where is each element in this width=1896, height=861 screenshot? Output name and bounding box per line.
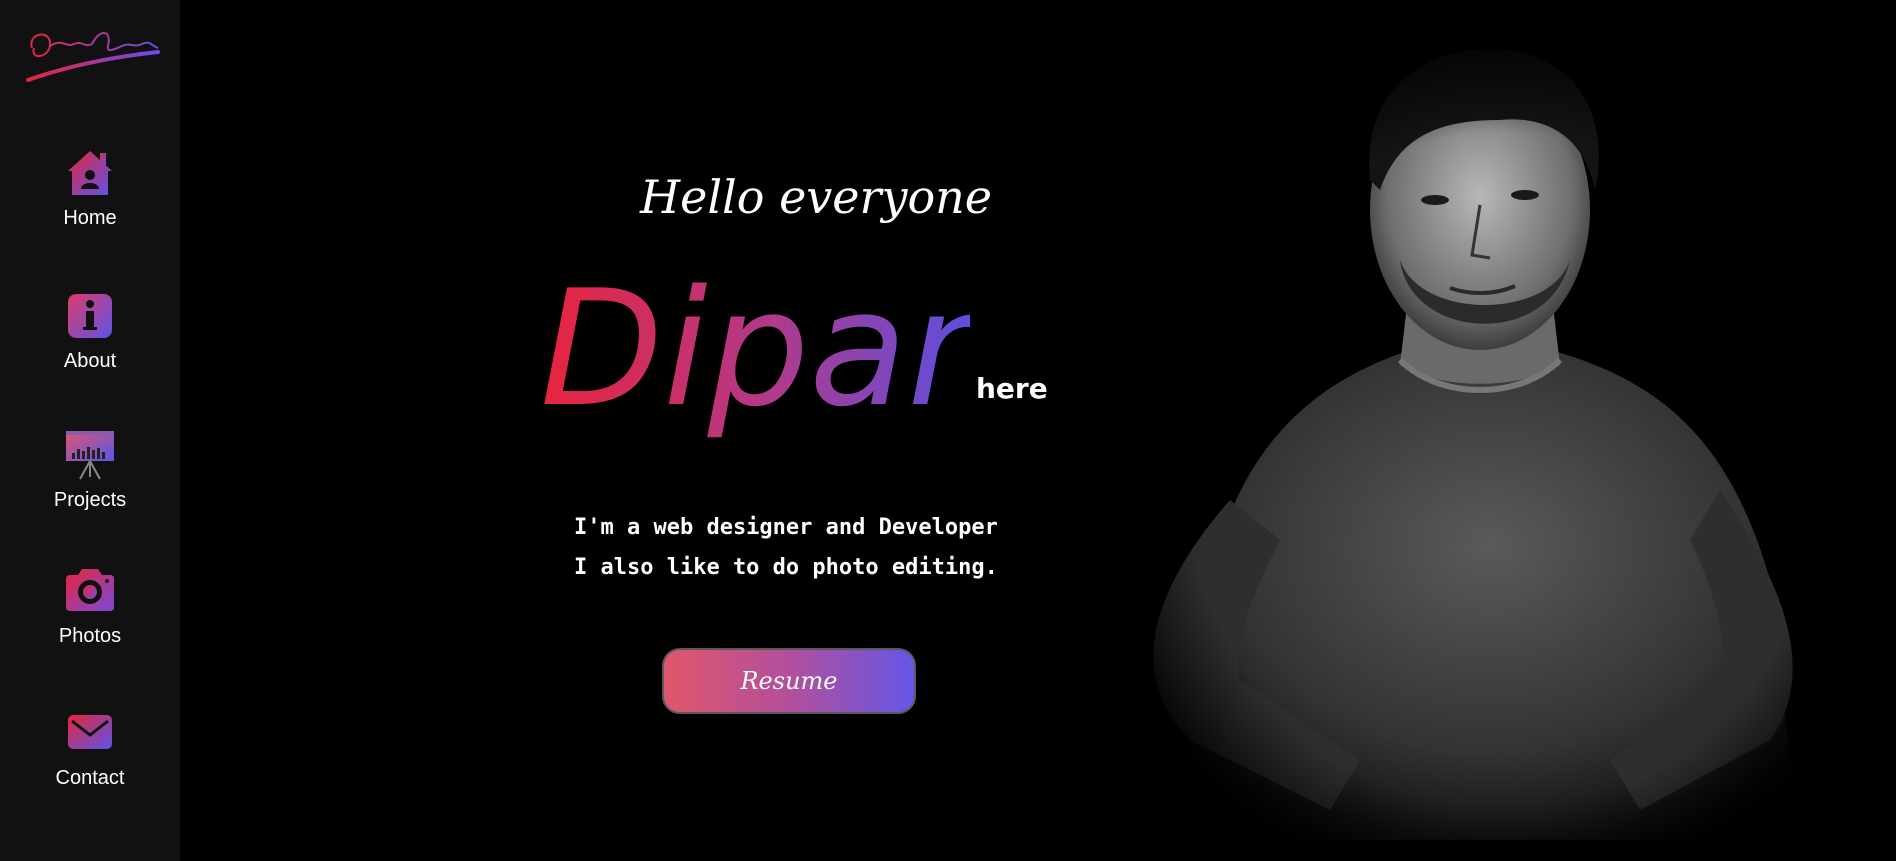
nav-item-photos[interactable]: Photos [0, 563, 180, 648]
name-heading: Dipan [540, 258, 970, 442]
nav-label-projects: Projects [53, 489, 127, 511]
name-suffix: here [976, 372, 1048, 405]
nav-label-contact: Contact [55, 767, 125, 789]
nav-item-projects[interactable]: Projects [0, 427, 180, 512]
name-wrapper: Dipan [540, 258, 970, 468]
description: I'm a web designer and Developer I also … [574, 508, 998, 588]
presentation-icon [66, 431, 114, 480]
mail-icon [68, 715, 112, 749]
resume-button[interactable]: Resume [662, 648, 916, 714]
nav-label-home: Home [63, 207, 117, 229]
nav-item-about[interactable]: About [0, 288, 180, 373]
home-icon [68, 151, 112, 195]
camera-icon [66, 569, 114, 611]
description-line: I'm a web designer and Developer [574, 515, 998, 540]
signature-logo[interactable] [22, 18, 162, 88]
nav-item-contact[interactable]: Contact [0, 705, 180, 790]
nav-item-home[interactable]: Home [0, 145, 180, 230]
description-line: I also like to do photo editing. [574, 555, 998, 580]
nav-label-photos: Photos [58, 625, 122, 647]
nav-label-about: About [63, 350, 117, 372]
greeting-text: Hello everyone [640, 170, 993, 224]
info-icon [68, 294, 112, 338]
sidebar: Home About Projects Photos Contact [0, 0, 180, 861]
profile-photo [1080, 20, 1850, 840]
name-text: Dipan [540, 258, 970, 442]
